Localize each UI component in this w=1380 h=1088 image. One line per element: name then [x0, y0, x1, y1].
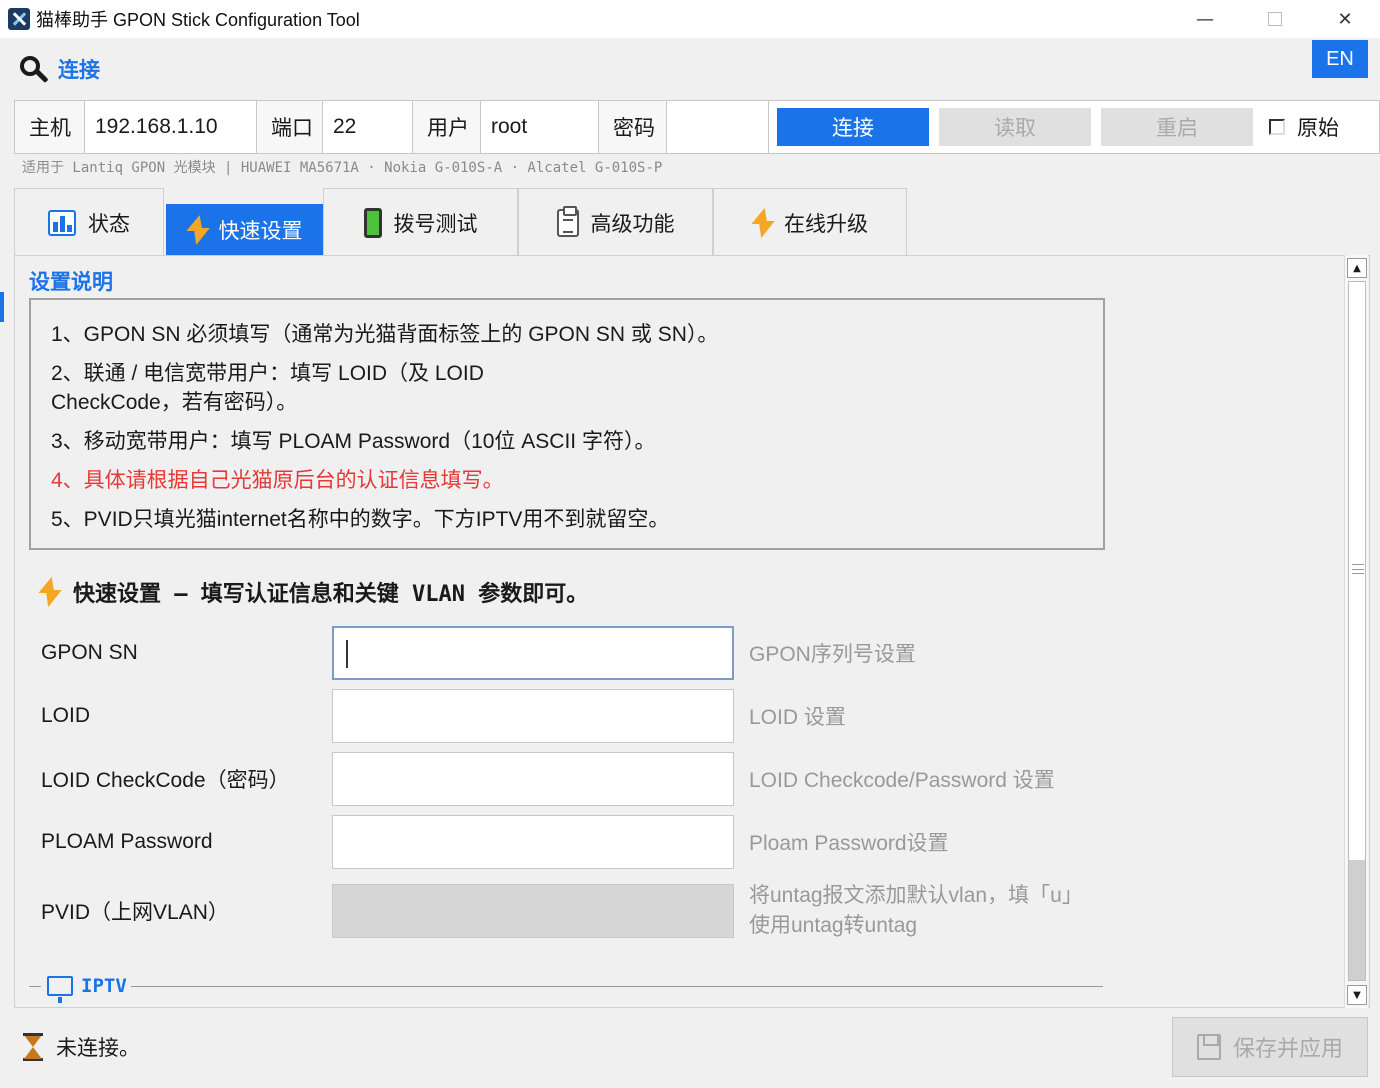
scroll-up-button[interactable]: ▲ — [1347, 258, 1367, 278]
connection-bar: 主机 192.168.1.10 端口 22 用户 root 密码 连接 读取 重… — [14, 100, 1380, 154]
status-bar: 未连接。 — [23, 1032, 140, 1062]
loid-label: LOID — [41, 704, 91, 727]
connect-section-title: 连接 — [58, 59, 100, 82]
port-label: 端口 — [257, 101, 323, 153]
quick-setup-header: 快速设置 — 填写认证信息和关键 VLAN 参数即可。 — [39, 576, 588, 608]
read-button[interactable]: 读取 — [939, 108, 1091, 146]
tab-label: 快速设置 — [218, 220, 303, 243]
password-input[interactable] — [667, 101, 769, 153]
maximize-button[interactable] — [1240, 0, 1310, 38]
form-row-pvid: PVID（上网VLAN） 将untag报文添加默认vlan，填「u」使用unta… — [41, 884, 1121, 938]
tab-label: 拨号测试 — [393, 212, 478, 236]
instruction-item: 5、PVID只填光猫internet名称中的数字。下方IPTV用不到就留空。 — [51, 508, 670, 531]
tab-quick-setup[interactable]: 快速设置 — [166, 204, 323, 256]
close-button[interactable]: ✕ — [1310, 0, 1380, 38]
form-row-gpon-sn: GPON SN GPON序列号设置 — [41, 626, 1121, 680]
instructions-box: 1、GPON SN 必须填写（通常为光猫背面标签上的 GPON SN 或 SN）… — [29, 298, 1105, 550]
maximize-icon — [1268, 12, 1282, 26]
loid-checkcode-input[interactable] — [332, 752, 734, 806]
instruction-item: 2、联通 / 电信宽带用户：填写 LOID（及 LOID CheckCode，若… — [51, 362, 484, 414]
bolt-icon — [187, 215, 207, 245]
port-input[interactable]: 22 — [323, 101, 413, 153]
focus-indicator — [0, 292, 4, 322]
floppy-disk-icon — [1196, 1034, 1221, 1060]
loid-checkcode-hint: LOID Checkcode/Password 设置 — [749, 769, 1055, 792]
hourglass-icon — [23, 1033, 43, 1061]
scroll-thumb[interactable] — [1349, 860, 1365, 980]
connect-section-header: 连接 — [18, 52, 100, 86]
tab-advanced[interactable]: 高级功能 — [518, 188, 713, 256]
reboot-button[interactable]: 重启 — [1101, 108, 1253, 146]
divider-line — [130, 985, 1103, 987]
loid-checkcode-label: LOID CheckCode（密码） — [41, 769, 290, 792]
window-title: 猫棒助手 GPON Stick Configuration Tool — [36, 10, 360, 30]
gpon-sn-hint: GPON序列号设置 — [749, 643, 916, 666]
host-label: 主机 — [15, 101, 85, 153]
save-button-label: 保存并应用 — [1232, 1036, 1343, 1061]
vertical-scrollbar[interactable]: ▲ ▼ — [1344, 255, 1368, 1008]
user-label: 用户 — [413, 101, 481, 153]
ploam-password-hint: Ploam Password设置 — [749, 832, 949, 855]
form-row-ploam: PLOAM Password Ploam Password设置 — [41, 815, 1121, 869]
pvid-label: PVID（上网VLAN） — [41, 901, 229, 924]
connect-button[interactable]: 连接 — [777, 108, 929, 146]
tab-label: 状态 — [88, 212, 130, 236]
gpon-sn-input[interactable] — [332, 626, 734, 680]
pvid-input[interactable] — [332, 884, 734, 938]
wrench-icon — [18, 52, 52, 86]
instruction-item: 1、GPON SN 必须填写（通常为光猫背面标签上的 GPON SN 或 SN）… — [51, 323, 719, 346]
host-input[interactable]: 192.168.1.10 — [85, 101, 257, 153]
window-controls: — ✕ — [1170, 0, 1380, 38]
form-row-loid: LOID LOID 设置 — [41, 689, 1121, 743]
tab-status[interactable]: 状态 — [14, 188, 164, 256]
chart-icon — [48, 209, 76, 236]
password-label: 密码 — [599, 101, 667, 153]
tab-dial-test[interactable]: 拨号测试 — [323, 188, 518, 256]
app-logo-icon — [8, 8, 30, 30]
instruction-item: 3、移动宽带用户：填写 PLOAM Password（10位 ASCII 字符）… — [51, 430, 656, 453]
clipboard-icon — [556, 205, 579, 237]
checkbox-icon[interactable] — [1269, 119, 1285, 135]
tab-online-upgrade[interactable]: 在线升级 — [713, 188, 907, 256]
minimize-button[interactable]: — — [1170, 0, 1240, 38]
quick-setup-title: 快速设置 — 填写认证信息和关键 VLAN 参数即可。 — [73, 582, 589, 607]
gpon-sn-label: GPON SN — [41, 641, 138, 664]
loid-hint: LOID 设置 — [749, 706, 846, 729]
compatibility-note: 适用于 Lantiq GPON 光模块 | HUAWEI MA5671A · N… — [22, 160, 663, 176]
user-input[interactable]: root — [481, 101, 599, 153]
bolt-icon — [752, 208, 772, 238]
iptv-section-divider: IPTV — [29, 972, 1103, 1003]
divider-line — [29, 985, 41, 987]
monitor-icon — [47, 976, 73, 1003]
raw-mode-checkbox[interactable]: 原始 — [1269, 101, 1339, 153]
text-caret — [346, 640, 348, 668]
scroll-track[interactable] — [1348, 281, 1366, 981]
connection-status-text: 未连接。 — [56, 1037, 140, 1060]
tab-label: 在线升级 — [784, 212, 868, 236]
iptv-section-title: IPTV — [81, 975, 127, 997]
title-bar: 猫棒助手 GPON Stick Configuration Tool — ✕ — [0, 0, 1380, 38]
form-row-loid-checkcode: LOID CheckCode（密码） LOID Checkcode/Passwo… — [41, 752, 1121, 806]
raw-mode-label: 原始 — [1297, 117, 1339, 140]
loid-input[interactable] — [332, 689, 734, 743]
scroll-down-button[interactable]: ▼ — [1347, 985, 1367, 1005]
phone-icon — [363, 207, 382, 238]
scroll-grip-icon — [1352, 564, 1364, 574]
language-toggle-button[interactable]: EN — [1312, 40, 1368, 78]
pvid-hint: 将untag报文添加默认vlan，填「u」使用untag转untag — [749, 884, 1083, 937]
bolt-icon — [39, 577, 59, 607]
ploam-password-input[interactable] — [332, 815, 734, 869]
quick-setup-panel: 设置说明 1、GPON SN 必须填写（通常为光猫背面标签上的 GPON SN … — [14, 255, 1370, 1008]
instructions-title: 设置说明 — [29, 271, 113, 294]
tab-label: 高级功能 — [590, 212, 675, 236]
instruction-warning: 4、具体请根据自己光猫原后台的认证信息填写。 — [51, 469, 504, 492]
save-and-apply-button[interactable]: 保存并应用 — [1172, 1017, 1368, 1077]
ploam-password-label: PLOAM Password — [41, 830, 213, 853]
